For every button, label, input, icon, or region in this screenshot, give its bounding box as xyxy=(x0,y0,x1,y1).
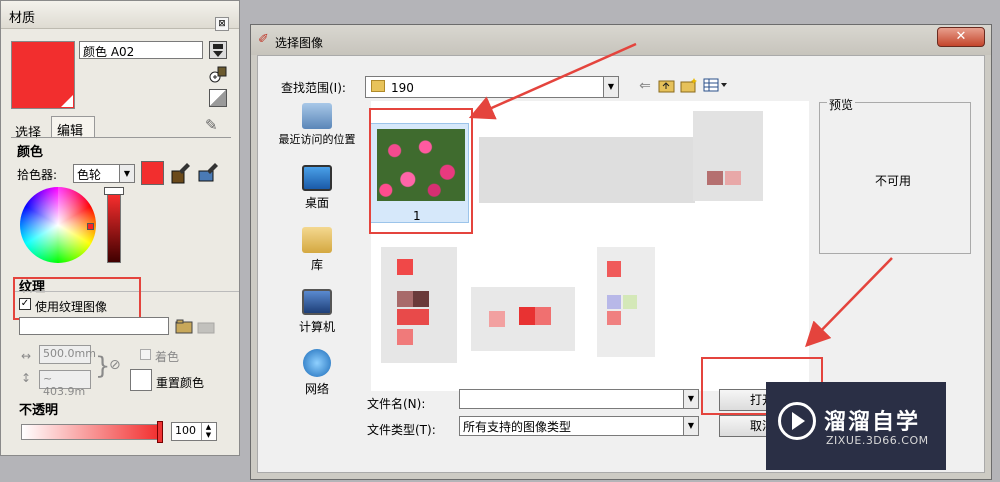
arrow-to-open xyxy=(805,257,893,348)
watermark-url: ZIXUE.3D66.COM xyxy=(826,434,929,447)
arrow-to-thumbnail xyxy=(468,42,637,120)
watermark-name: 溜溜自学 xyxy=(824,410,921,435)
play-icon xyxy=(792,412,805,430)
